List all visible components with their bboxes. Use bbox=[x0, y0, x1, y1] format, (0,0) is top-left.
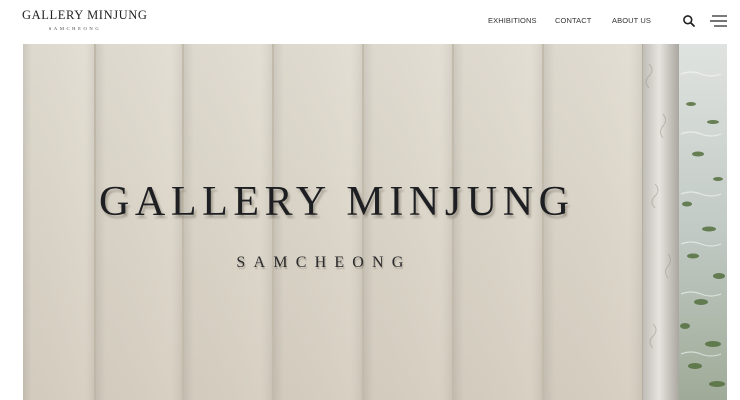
nav-exhibitions[interactable]: EXHIBITIONS bbox=[488, 16, 537, 25]
site-logo[interactable]: GALLERY MINJUNG SAMCHEONG bbox=[22, 8, 148, 32]
logo-subtitle: SAMCHEONG bbox=[48, 26, 102, 31]
nav-contact[interactable]: CONTACT bbox=[555, 16, 591, 25]
gallery-sign: GALLERY MINJUNG SAMCHEONG bbox=[23, 44, 727, 400]
sign-title: GALLERY MINJUNG bbox=[99, 179, 575, 225]
hero-image: GALLERY MINJUNG SAMCHEONG bbox=[23, 44, 727, 400]
sign-subtitle: SAMCHEONG bbox=[236, 254, 412, 271]
hamburger-menu-icon[interactable] bbox=[710, 13, 728, 29]
nav-about-us[interactable]: ABOUT US bbox=[612, 16, 651, 25]
site-header: GALLERY MINJUNG SAMCHEONG EXHIBITIONS CO… bbox=[0, 0, 740, 44]
search-icon[interactable] bbox=[682, 14, 696, 28]
logo-title: GALLERY MINJUNG bbox=[22, 8, 148, 22]
